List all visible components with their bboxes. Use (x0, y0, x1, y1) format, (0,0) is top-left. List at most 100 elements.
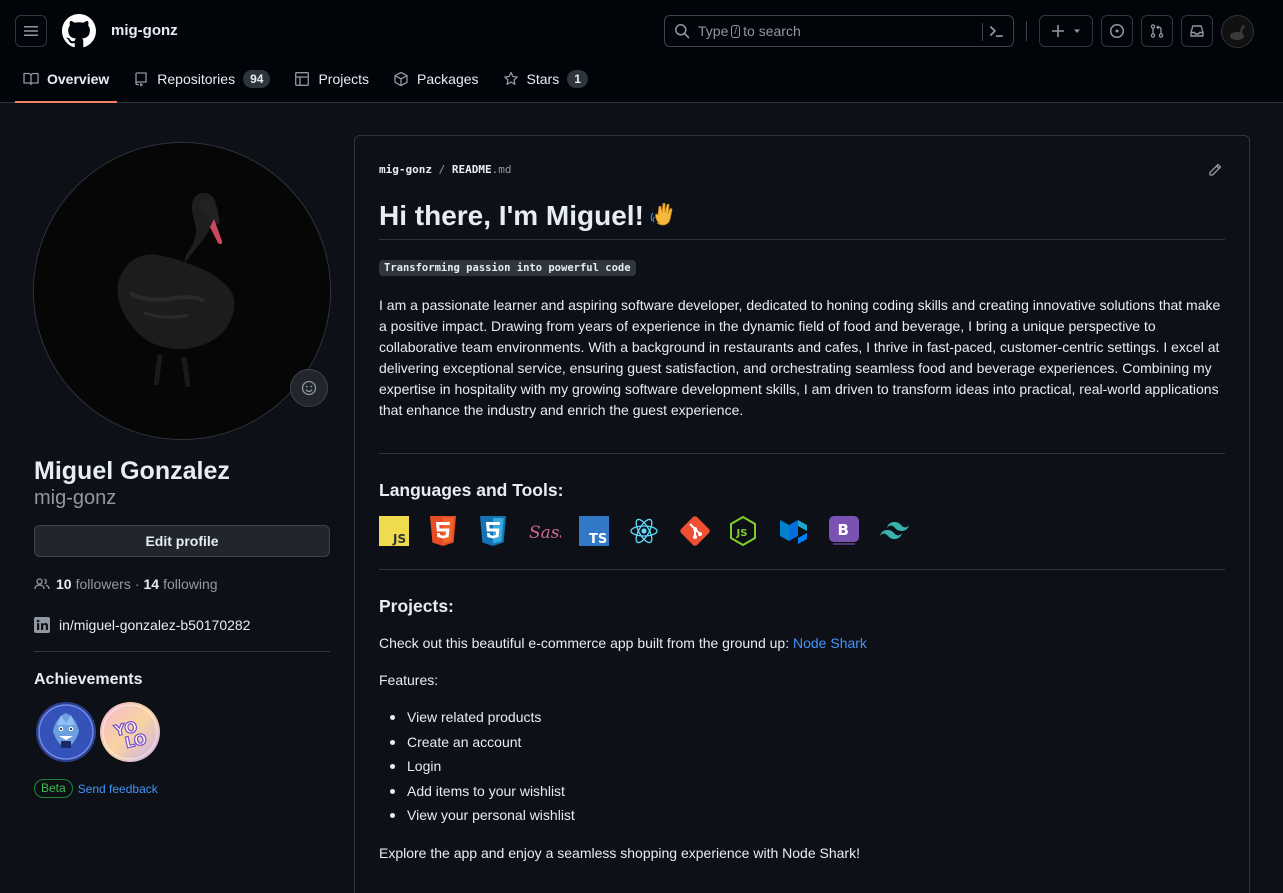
followers-link[interactable]: 10 followers (56, 576, 131, 592)
issue-opened-icon (1109, 23, 1125, 39)
tab-repositories[interactable]: Repositories 94 (125, 62, 278, 96)
list-item: Create an account (379, 732, 575, 757)
edit-profile-button[interactable]: Edit profile (34, 525, 330, 557)
section-divider (379, 569, 1225, 570)
svg-text:JS: JS (736, 528, 748, 539)
stars-count: 1 (567, 70, 588, 88)
inbox-icon (1190, 25, 1204, 37)
tools-heading: Languages and Tools: (379, 480, 564, 500)
tab-label: Overview (47, 71, 110, 87)
header-username[interactable]: mig-gonz (111, 22, 178, 39)
tab-packages[interactable]: Packages (385, 62, 486, 96)
nodejs-icon[interactable]: JS (729, 515, 779, 547)
smiley-icon (301, 380, 317, 396)
readme-filename[interactable]: README (452, 163, 492, 176)
tab-label: Projects (318, 71, 370, 87)
readme-heading: Hi there, I'm Miguel! (379, 200, 680, 232)
waving-hand-icon (650, 201, 680, 231)
follow-separator: · (134, 576, 140, 592)
search-shortcut-key: / (731, 24, 741, 38)
following-link[interactable]: 14 following (144, 576, 218, 592)
hamburger-icon (24, 26, 38, 36)
search-divider (982, 23, 983, 41)
profile-full-name: Miguel Gonzalez (34, 457, 230, 485)
tab-overview[interactable]: Overview (15, 62, 118, 103)
create-new-button[interactable] (1039, 15, 1093, 47)
profile-tabs: Overview Repositories 94 Projects Packag… (15, 62, 604, 103)
beta-label: Beta (34, 779, 73, 798)
bootstrap-icon[interactable]: B (829, 515, 879, 547)
node-shark-link[interactable]: Node Shark (793, 635, 867, 651)
table-icon (294, 71, 310, 87)
tab-label: Packages (417, 71, 479, 87)
following-count: 14 (143, 576, 160, 592)
package-icon (393, 71, 409, 87)
search-placeholder-before: Type (698, 23, 729, 39)
profile-avatar[interactable] (33, 142, 331, 440)
global-header: mig-gonz Type / to search Overview Repos… (0, 0, 1283, 103)
project-text: Check out this beautiful e-commerce app … (379, 635, 790, 651)
readme-intro: I am a passionate learner and aspiring s… (379, 297, 1221, 418)
black-swan-image (34, 143, 330, 439)
inbox-button[interactable] (1181, 15, 1213, 47)
git-pull-request-icon (1150, 24, 1164, 38)
pull-requests-button[interactable] (1141, 15, 1173, 47)
tab-label: Repositories (157, 71, 236, 87)
git-icon[interactable] (679, 515, 729, 547)
tab-projects[interactable]: Projects (286, 62, 377, 96)
readme-owner-link[interactable]: mig-gonz (379, 163, 432, 176)
plus-icon (1052, 25, 1064, 37)
html5-icon[interactable] (429, 515, 479, 547)
project-line: Check out this beautiful e-commerce app … (379, 635, 867, 651)
features-label: Features: (379, 672, 439, 688)
sass-icon[interactable]: Sass (529, 515, 579, 547)
typescript-icon[interactable]: TS (579, 515, 629, 547)
javascript-icon[interactable]: JS (379, 515, 429, 547)
github-logo-icon[interactable] (62, 14, 96, 48)
list-item: View related products (379, 707, 575, 732)
css3-icon[interactable] (479, 515, 529, 547)
readme-card: mig-gonz / README.md Hi there, I'm Migue… (354, 135, 1250, 893)
tools-list: JS Sass TS JS B (379, 515, 929, 547)
tailwind-icon[interactable] (879, 515, 929, 547)
menu-button[interactable] (15, 15, 47, 47)
issues-button[interactable] (1101, 15, 1133, 47)
star-icon (503, 71, 519, 87)
repo-icon (133, 71, 149, 87)
command-palette-icon[interactable] (987, 22, 1005, 40)
list-item: Add items to your wishlist (379, 781, 575, 806)
list-item: View your personal wishlist (379, 805, 575, 830)
set-status-button[interactable] (290, 369, 328, 407)
linkedin-icon (34, 617, 50, 633)
tab-stars[interactable]: Stars 1 (495, 62, 596, 96)
linkedin-label: in/miguel-gonzalez-b50170282 (59, 617, 251, 633)
section-divider (379, 453, 1225, 454)
yolo-badge[interactable]: YO LO (99, 701, 161, 763)
readme-breadcrumb: mig-gonz / README.md (379, 163, 512, 176)
profile-login: mig-gonz (34, 487, 117, 509)
followers-label: followers (75, 576, 131, 592)
tab-label: Stars (526, 71, 560, 87)
send-feedback-link[interactable]: Send feedback (78, 782, 158, 796)
user-avatar[interactable] (1221, 15, 1254, 48)
readme-extension: .md (491, 163, 512, 176)
repositories-count: 94 (243, 70, 271, 88)
svg-text:Sass: Sass (529, 523, 561, 543)
achievements-beta-row: Beta Send feedback (34, 779, 158, 798)
heading-divider (379, 239, 1225, 240)
svg-text:JS: JS (392, 532, 406, 546)
following-label: following (163, 576, 218, 592)
people-icon (34, 576, 50, 592)
features-list: View related products Create an account … (379, 707, 575, 830)
edit-readme-pencil-icon[interactable] (1207, 162, 1223, 178)
projects-heading: Projects: (379, 596, 454, 616)
sidebar-divider (34, 651, 330, 652)
linkedin-link[interactable]: in/miguel-gonzalez-b50170282 (34, 617, 250, 633)
mui-icon[interactable] (779, 515, 829, 547)
triangle-down-icon (1074, 29, 1080, 33)
svg-text:B: B (838, 521, 849, 539)
pull-shark-badge[interactable] (35, 701, 97, 763)
search-input[interactable]: Type / to search (664, 15, 1014, 47)
list-item: Login (379, 756, 575, 781)
react-icon[interactable] (629, 515, 679, 547)
